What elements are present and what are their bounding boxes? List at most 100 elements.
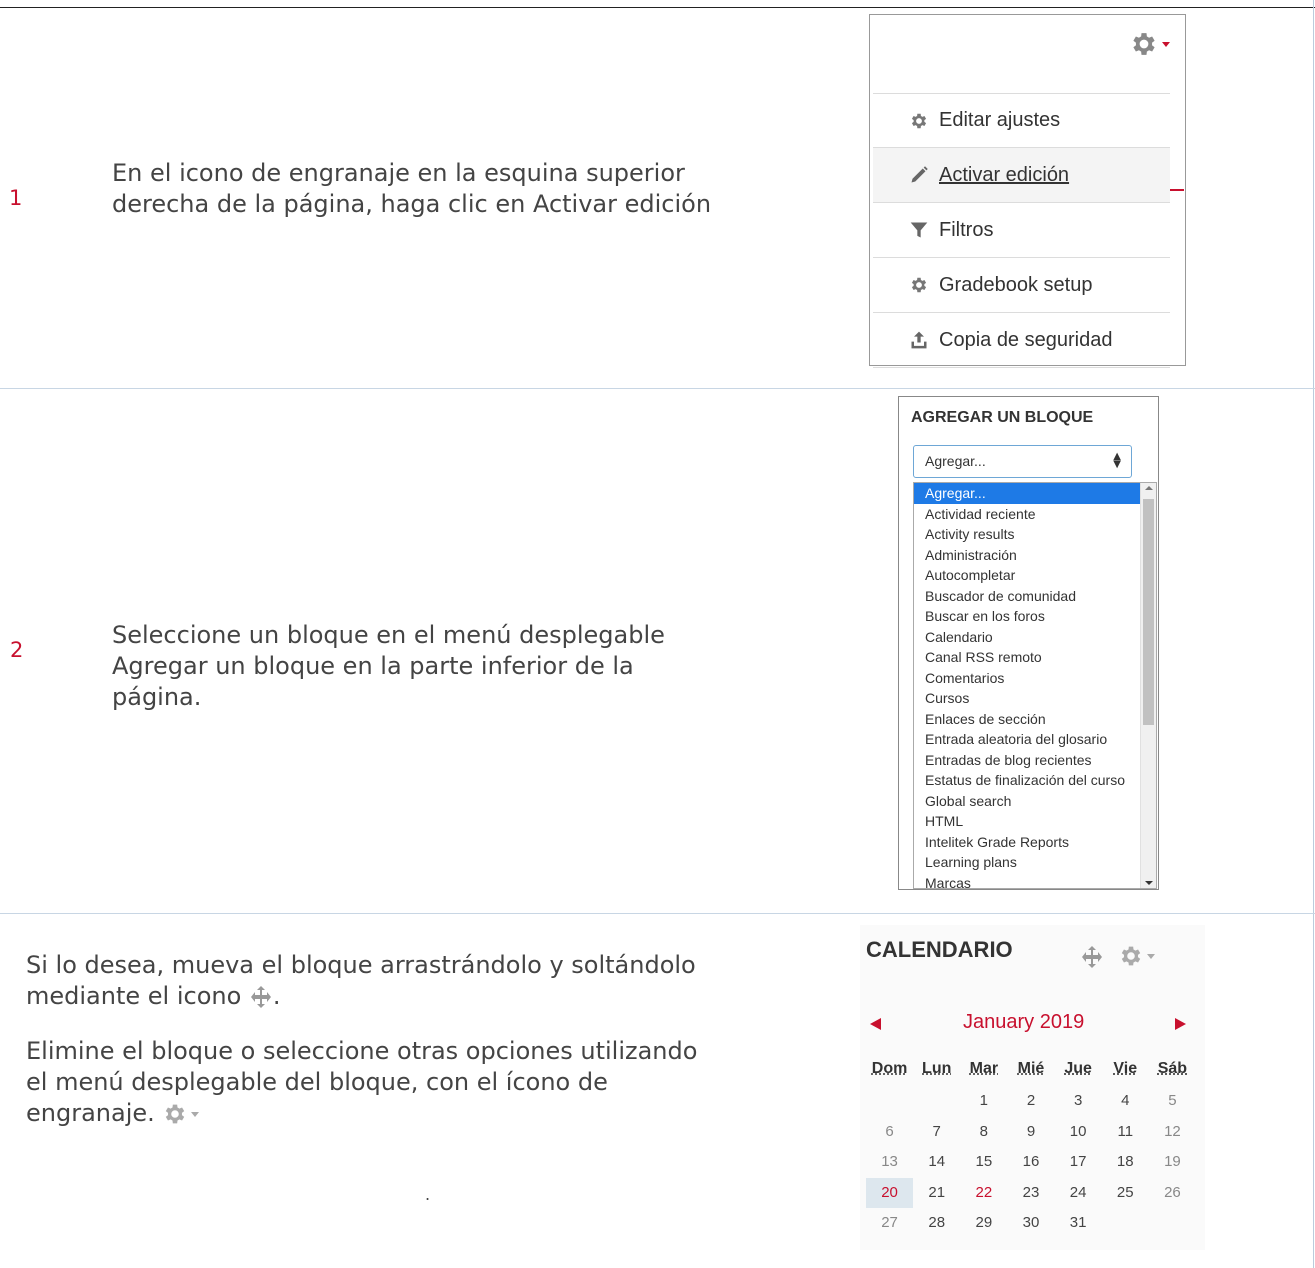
scroll-down-icon[interactable] — [1145, 881, 1153, 885]
step-number: 1 — [9, 186, 23, 210]
menu-item-editar-ajustes[interactable]: Editar ajustes — [873, 93, 1170, 148]
menu-item-copia-de-seguridad[interactable]: Copia de seguridad — [873, 313, 1170, 368]
chevron-down-icon — [1147, 953, 1155, 959]
calendar-day[interactable]: 2 — [1007, 1086, 1054, 1117]
select-option[interactable]: Enlaces de sección — [914, 709, 1141, 730]
calendar-week-row: 27 28 29 30 31 — [866, 1208, 1196, 1239]
calendar-day[interactable]: 26 — [1149, 1178, 1196, 1209]
calendar-day[interactable]: 9 — [1007, 1117, 1054, 1148]
top-border — [0, 0, 1315, 8]
select-option[interactable]: Buscador de comunidad — [914, 586, 1141, 607]
select-option[interactable]: Marcas — [914, 873, 1141, 889]
calendar-day[interactable]: 29 — [960, 1208, 1007, 1239]
calendar-day[interactable]: 31 — [1055, 1208, 1102, 1239]
red-accent-mark — [1170, 189, 1184, 191]
select-option[interactable]: Entrada aleatoria del glosario — [914, 729, 1141, 750]
calendar-day[interactable]: 14 — [913, 1147, 960, 1178]
select-option[interactable]: Buscar en los foros — [914, 606, 1141, 627]
pencil-icon — [911, 166, 928, 183]
select-option[interactable]: Autocompletar — [914, 565, 1141, 586]
calendar-day[interactable]: 11 — [1102, 1117, 1149, 1148]
gear-menu-panel: Editar ajustes Activar edición Filtros G… — [869, 14, 1186, 368]
calendar-day[interactable]: 21 — [913, 1178, 960, 1209]
calendar-day[interactable]: 7 — [913, 1117, 960, 1148]
calendar-month-link[interactable]: January 2019 — [963, 1011, 1084, 1034]
weekday-label: Mar — [969, 1060, 999, 1077]
upload-icon — [911, 331, 927, 349]
weekday-label: Mié — [1017, 1060, 1045, 1077]
calendar-day[interactable]: 3 — [1055, 1086, 1102, 1117]
select-option[interactable]: HTML — [914, 811, 1141, 832]
select-option[interactable]: Activity results — [914, 524, 1141, 545]
calendar-grid: Dom Lun Mar Mié Jue Vie Sáb 1 2 3 4 5 6 7 8 9 10 11 12 13 14… — [866, 1060, 1196, 1239]
calendar-day[interactable]: 19 — [1149, 1147, 1196, 1178]
select-option[interactable]: Cursos — [914, 688, 1141, 709]
menu-item-activar-edicion[interactable]: Activar edición — [873, 148, 1170, 203]
select-option[interactable]: Learning plans — [914, 852, 1141, 873]
scrollbar[interactable] — [1140, 483, 1156, 888]
menu-item-label: Filtros — [939, 218, 994, 241]
calendar-weekday-header: Dom Lun Mar Mié Jue Vie Sáb — [866, 1060, 1196, 1086]
add-block-select[interactable]: Agregar... ▲ ▼ — [913, 445, 1132, 478]
menu-item-filtros[interactable]: Filtros — [873, 203, 1170, 258]
calendar-week-row: 12345 — [866, 1086, 1196, 1117]
select-option[interactable]: Calendario — [914, 627, 1141, 648]
select-option[interactable]: Global search — [914, 791, 1141, 812]
menu-item-gradebook-setup[interactable]: Gradebook setup — [873, 258, 1170, 313]
select-option[interactable]: Actividad reciente — [914, 504, 1141, 525]
select-option[interactable]: Administración — [914, 545, 1141, 566]
calendar-day[interactable]: 4 — [1102, 1086, 1149, 1117]
select-option[interactable]: Entradas de blog recientes — [914, 750, 1141, 771]
calendar-day[interactable]: 16 — [1007, 1147, 1054, 1178]
calendar-empty-cell — [1102, 1208, 1149, 1239]
next-month-button[interactable] — [1175, 1018, 1186, 1030]
calendar-day[interactable]: 28 — [913, 1208, 960, 1239]
calendar-day[interactable]: 24 — [1055, 1178, 1102, 1209]
move-icon[interactable] — [1080, 945, 1104, 969]
calendar-empty-cell — [866, 1086, 913, 1117]
menu-item-label: Copia de seguridad — [939, 328, 1113, 351]
step-3-paragraph-2: Elimine el bloque o seleccione otras opc… — [26, 1037, 698, 1127]
weekday-label: Lun — [922, 1060, 952, 1077]
step-3-paragraph-1: Si lo desea, mueva el bloque arrastrándo… — [26, 951, 696, 1010]
select-option[interactable]: Estatus de finalización del curso — [914, 770, 1141, 791]
gear-menu-toggle[interactable] — [1129, 29, 1170, 59]
gear-icon — [911, 113, 927, 129]
calendar-day[interactable]: 8 — [960, 1117, 1007, 1148]
previous-month-button[interactable] — [870, 1018, 881, 1030]
calendar-gear-menu[interactable] — [1118, 943, 1155, 969]
add-block-options-list[interactable]: Agregar... Actividad reciente Activity res… — [913, 482, 1157, 889]
weekday-label: Sáb — [1157, 1060, 1188, 1077]
step-number: 2 — [10, 638, 24, 662]
calendar-day[interactable]: 15 — [960, 1147, 1007, 1178]
calendar-day[interactable]: 1 — [960, 1086, 1007, 1117]
weekday-label: Vie — [1113, 1060, 1138, 1077]
calendar-day[interactable]: 18 — [1102, 1147, 1149, 1178]
step-1-instructions: En el icono de engranaje en la esquina s… — [112, 159, 712, 218]
calendar-day[interactable]: 12 — [1149, 1117, 1196, 1148]
calendar-day[interactable]: 13 — [866, 1147, 913, 1178]
select-option[interactable]: Agregar... — [914, 483, 1141, 504]
select-option[interactable]: Comentarios — [914, 668, 1141, 689]
calendar-day[interactable]: 30 — [1007, 1208, 1054, 1239]
row-separator — [0, 388, 1315, 389]
chevron-down-icon — [1162, 41, 1170, 47]
calendar-day[interactable]: 20 — [866, 1177, 914, 1208]
calendar-day[interactable]: 25 — [1102, 1178, 1149, 1209]
calendar-day[interactable]: 23 — [1007, 1178, 1054, 1209]
calendar-day[interactable]: 10 — [1055, 1117, 1102, 1148]
calendar-day[interactable]: 17 — [1055, 1147, 1102, 1178]
right-border — [1313, 0, 1314, 1268]
filter-icon — [910, 222, 928, 238]
calendar-day[interactable]: 27 — [866, 1208, 913, 1239]
gear-icon — [166, 1104, 185, 1124]
scrollbar-thumb[interactable] — [1143, 499, 1154, 725]
select-option[interactable]: Intelitek Grade Reports — [914, 832, 1141, 853]
calendar-day[interactable]: 5 — [1149, 1086, 1196, 1117]
calendar-day[interactable]: 22 — [960, 1178, 1007, 1209]
calendar-week-row: 20 21 22 23 24 25 26 — [866, 1177, 1196, 1209]
scroll-up-icon[interactable] — [1145, 486, 1153, 490]
select-value: Agregar... — [925, 453, 986, 469]
select-option[interactable]: Canal RSS remoto — [914, 647, 1141, 668]
calendar-day[interactable]: 6 — [866, 1117, 913, 1148]
